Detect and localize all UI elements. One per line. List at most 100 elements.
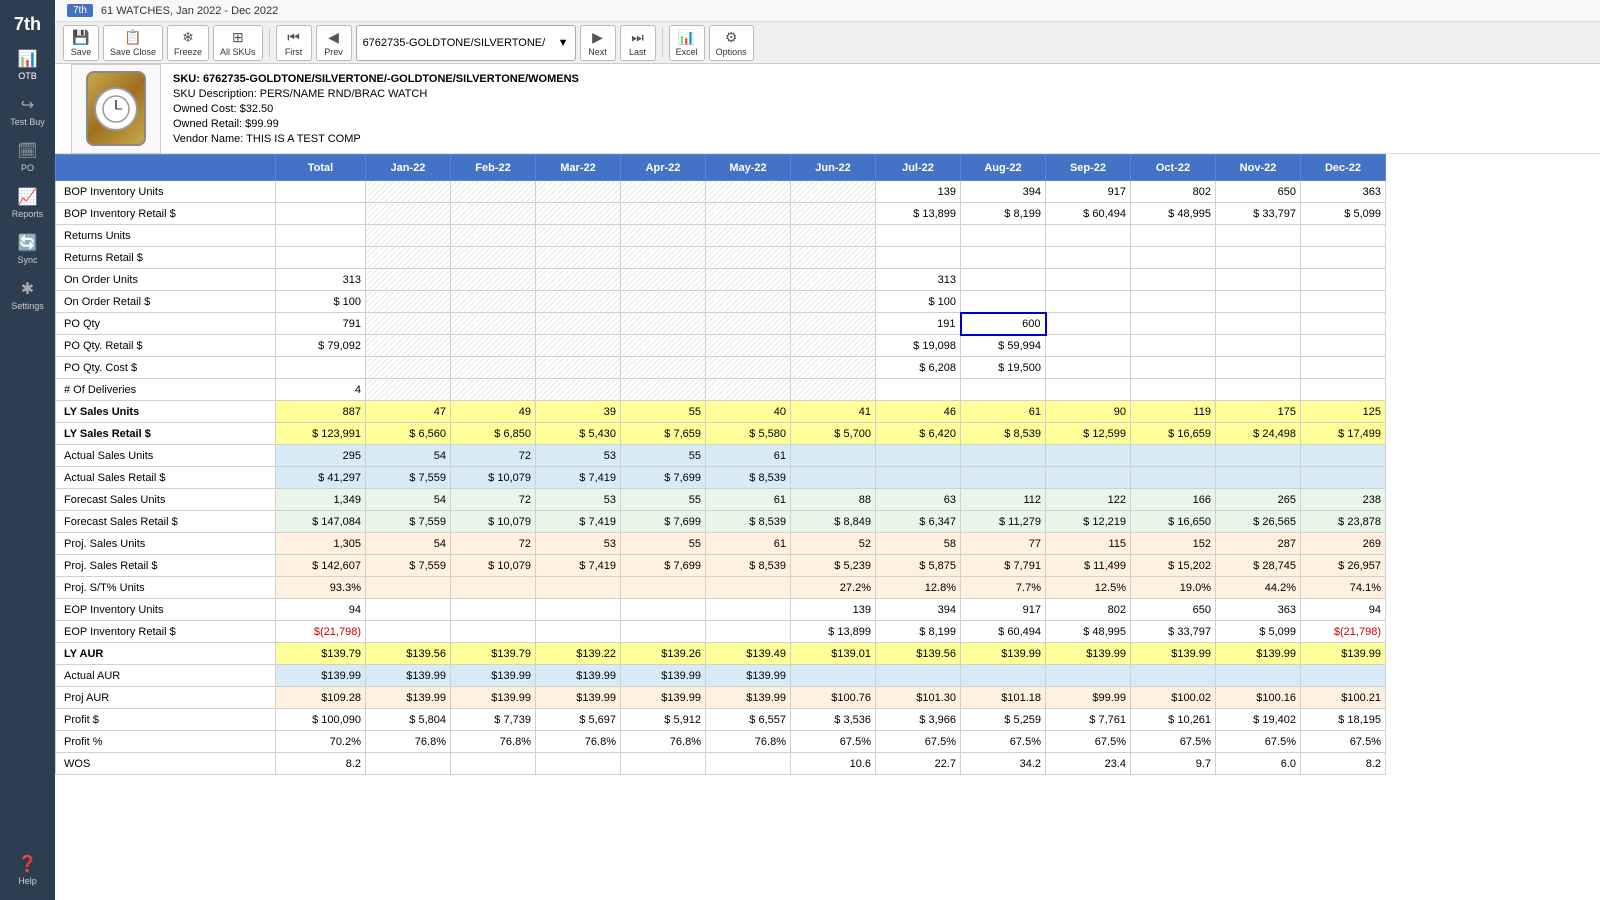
cell-sep[interactable]: $ 7,761 bbox=[1046, 709, 1131, 731]
cell-apr[interactable]: 76.8% bbox=[621, 731, 706, 753]
cell-may[interactable]: $ 8,539 bbox=[706, 511, 791, 533]
cell-jul[interactable]: 58 bbox=[876, 533, 961, 555]
cell-nov[interactable] bbox=[1216, 335, 1301, 357]
cell-dec[interactable]: $ 5,099 bbox=[1301, 203, 1386, 225]
cell-total[interactable]: $ 123,991 bbox=[276, 423, 366, 445]
cell-total[interactable]: 4 bbox=[276, 379, 366, 401]
cell-mar[interactable] bbox=[536, 577, 621, 599]
cell-sep[interactable] bbox=[1046, 445, 1131, 467]
cell-may[interactable]: $139.99 bbox=[706, 687, 791, 709]
cell-nov[interactable]: $ 24,498 bbox=[1216, 423, 1301, 445]
cell-oct[interactable] bbox=[1131, 467, 1216, 489]
cell-jan[interactable] bbox=[366, 379, 451, 401]
cell-apr[interactable] bbox=[621, 313, 706, 335]
cell-mar[interactable] bbox=[536, 335, 621, 357]
cell-may[interactable] bbox=[706, 357, 791, 379]
cell-dec[interactable]: 363 bbox=[1301, 181, 1386, 203]
cell-dec[interactable] bbox=[1301, 291, 1386, 313]
cell-jun[interactable] bbox=[791, 181, 876, 203]
cell-mar[interactable] bbox=[536, 313, 621, 335]
cell-apr[interactable] bbox=[621, 291, 706, 313]
cell-jun[interactable]: 52 bbox=[791, 533, 876, 555]
cell-oct[interactable] bbox=[1131, 445, 1216, 467]
cell-may[interactable]: 61 bbox=[706, 445, 791, 467]
cell-may[interactable] bbox=[706, 335, 791, 357]
cell-aug[interactable]: $ 60,494 bbox=[961, 621, 1046, 643]
cell-total[interactable]: $(21,798) bbox=[276, 621, 366, 643]
cell-jul[interactable]: $ 6,420 bbox=[876, 423, 961, 445]
cell-may[interactable] bbox=[706, 203, 791, 225]
cell-nov[interactable] bbox=[1216, 225, 1301, 247]
all-skus-button[interactable]: ⊞ All SKUs bbox=[213, 25, 263, 61]
cell-mar[interactable]: 53 bbox=[536, 489, 621, 511]
cell-aug[interactable]: 7.7% bbox=[961, 577, 1046, 599]
cell-jun[interactable]: 88 bbox=[791, 489, 876, 511]
cell-jan[interactable]: $ 5,804 bbox=[366, 709, 451, 731]
cell-aug[interactable] bbox=[961, 247, 1046, 269]
cell-total[interactable] bbox=[276, 203, 366, 225]
sidebar-item-otb[interactable]: 📊 OTB bbox=[0, 43, 55, 87]
cell-oct[interactable] bbox=[1131, 225, 1216, 247]
cell-apr[interactable] bbox=[621, 247, 706, 269]
cell-feb[interactable] bbox=[451, 291, 536, 313]
cell-oct[interactable]: $100.02 bbox=[1131, 687, 1216, 709]
cell-jul[interactable]: $ 13,899 bbox=[876, 203, 961, 225]
cell-oct[interactable]: 152 bbox=[1131, 533, 1216, 555]
cell-jul[interactable] bbox=[876, 665, 961, 687]
cell-jan[interactable]: 76.8% bbox=[366, 731, 451, 753]
cell-jan[interactable]: $ 6,560 bbox=[366, 423, 451, 445]
cell-dec[interactable]: $ 26,957 bbox=[1301, 555, 1386, 577]
cell-apr[interactable] bbox=[621, 357, 706, 379]
cell-oct[interactable]: $139.99 bbox=[1131, 643, 1216, 665]
cell-sep[interactable] bbox=[1046, 665, 1131, 687]
cell-oct[interactable]: 802 bbox=[1131, 181, 1216, 203]
cell-dec[interactable] bbox=[1301, 335, 1386, 357]
cell-aug[interactable]: 61 bbox=[961, 401, 1046, 423]
cell-jun[interactable] bbox=[791, 203, 876, 225]
cell-jun[interactable] bbox=[791, 357, 876, 379]
sidebar-item-help[interactable]: ❓ Help bbox=[0, 848, 55, 892]
cell-jul[interactable]: $ 3,966 bbox=[876, 709, 961, 731]
cell-may[interactable] bbox=[706, 269, 791, 291]
cell-apr[interactable] bbox=[621, 225, 706, 247]
cell-jan[interactable] bbox=[366, 357, 451, 379]
sidebar-item-sync[interactable]: 🔄 Sync bbox=[0, 227, 55, 271]
cell-dec[interactable]: $100.21 bbox=[1301, 687, 1386, 709]
cell-nov[interactable]: $ 19,402 bbox=[1216, 709, 1301, 731]
cell-mar[interactable] bbox=[536, 181, 621, 203]
next-button[interactable]: ▶ Next bbox=[580, 25, 616, 61]
cell-jul[interactable]: 12.8% bbox=[876, 577, 961, 599]
cell-nov[interactable]: 6.0 bbox=[1216, 753, 1301, 775]
cell-nov[interactable]: 287 bbox=[1216, 533, 1301, 555]
cell-jan[interactable]: $139.99 bbox=[366, 687, 451, 709]
cell-feb[interactable]: $ 7,739 bbox=[451, 709, 536, 731]
cell-oct[interactable]: 119 bbox=[1131, 401, 1216, 423]
cell-total[interactable]: 887 bbox=[276, 401, 366, 423]
cell-jul[interactable]: $101.30 bbox=[876, 687, 961, 709]
cell-nov[interactable] bbox=[1216, 313, 1301, 335]
cell-feb[interactable] bbox=[451, 247, 536, 269]
cell-oct[interactable] bbox=[1131, 335, 1216, 357]
cell-jul[interactable] bbox=[876, 225, 961, 247]
cell-sep[interactable]: 12.5% bbox=[1046, 577, 1131, 599]
cell-apr[interactable] bbox=[621, 181, 706, 203]
cell-oct[interactable] bbox=[1131, 269, 1216, 291]
cell-dec[interactable] bbox=[1301, 665, 1386, 687]
cell-dec[interactable]: $ 18,195 bbox=[1301, 709, 1386, 731]
cell-feb[interactable] bbox=[451, 269, 536, 291]
cell-feb[interactable]: $ 10,079 bbox=[451, 555, 536, 577]
cell-total[interactable] bbox=[276, 225, 366, 247]
cell-mar[interactable] bbox=[536, 269, 621, 291]
cell-sep[interactable] bbox=[1046, 467, 1131, 489]
sidebar-item-po[interactable]: 🗓 PO bbox=[0, 135, 55, 179]
cell-dec[interactable]: 125 bbox=[1301, 401, 1386, 423]
cell-jul[interactable]: 139 bbox=[876, 181, 961, 203]
cell-feb[interactable] bbox=[451, 203, 536, 225]
options-button[interactable]: ⚙ Options bbox=[709, 25, 754, 61]
cell-nov[interactable] bbox=[1216, 445, 1301, 467]
cell-jan[interactable]: $139.99 bbox=[366, 665, 451, 687]
cell-aug[interactable] bbox=[961, 467, 1046, 489]
cell-may[interactable]: $ 8,539 bbox=[706, 467, 791, 489]
cell-jun[interactable] bbox=[791, 291, 876, 313]
cell-jun[interactable] bbox=[791, 467, 876, 489]
